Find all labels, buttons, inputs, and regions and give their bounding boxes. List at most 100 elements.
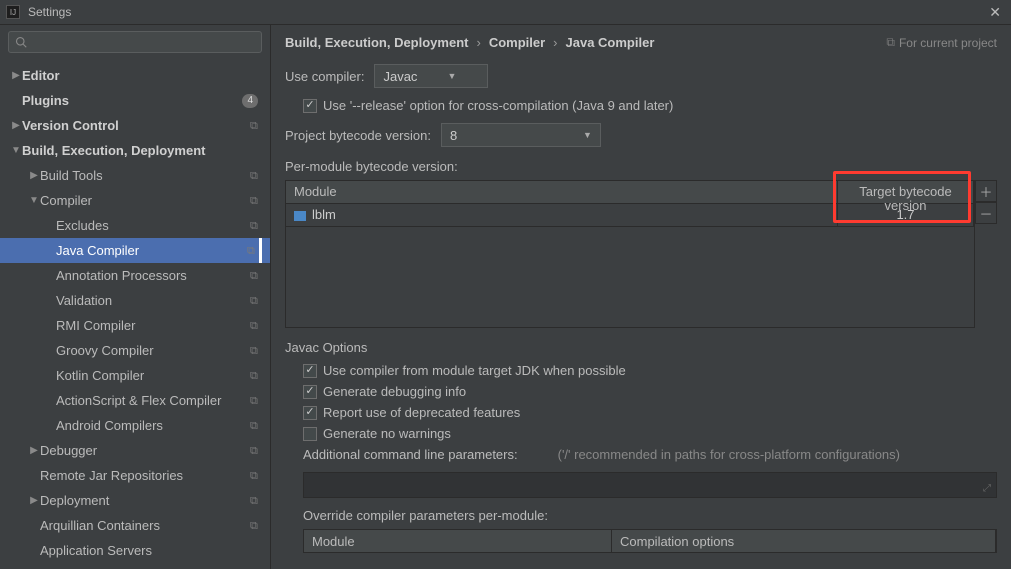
tree-arrow-icon: ▶ bbox=[28, 495, 40, 506]
report-deprecated-checkbox[interactable]: Report use of deprecated features bbox=[303, 405, 997, 420]
tree-item-label: Editor bbox=[22, 68, 262, 83]
javac-options-title: Javac Options bbox=[285, 340, 997, 355]
remove-row-button[interactable]: － bbox=[975, 202, 997, 224]
tree-item-label: Kotlin Compiler bbox=[56, 368, 250, 383]
window-title: Settings bbox=[28, 5, 985, 19]
checkbox-icon bbox=[303, 406, 317, 420]
tree-item[interactable]: Remote Jar Repositories⧉ bbox=[0, 463, 270, 488]
checkbox-icon bbox=[303, 364, 317, 378]
tree-item[interactable]: ▶Deployment⧉ bbox=[0, 488, 270, 513]
use-module-jdk-checkbox[interactable]: Use compiler from module target JDK when… bbox=[303, 363, 997, 378]
generate-no-warnings-checkbox[interactable]: Generate no warnings bbox=[303, 426, 997, 441]
search-input[interactable] bbox=[8, 31, 262, 53]
use-compiler-label: Use compiler: bbox=[285, 69, 364, 84]
for-current-project: ⧉ For current project bbox=[886, 35, 997, 50]
tree-item-label: RMI Compiler bbox=[56, 318, 250, 333]
close-button[interactable]: ✕ bbox=[985, 4, 1005, 21]
breadcrumb-item[interactable]: Compiler bbox=[489, 35, 545, 50]
generate-debug-checkbox[interactable]: Generate debugging info bbox=[303, 384, 997, 399]
tree-item[interactable]: ▼Compiler⧉ bbox=[0, 188, 270, 213]
copy-icon: ⧉ bbox=[250, 320, 262, 332]
cmdline-params-label: Additional command line parameters: bbox=[303, 447, 518, 462]
tree-item-label: Version Control bbox=[22, 118, 250, 133]
copy-icon: ⧉ bbox=[250, 270, 262, 282]
use-compiler-dropdown[interactable]: Javac ▼ bbox=[374, 64, 488, 88]
tree-item[interactable]: ▶Editor bbox=[0, 63, 270, 88]
tree-item-label: Arquillian Containers bbox=[40, 518, 250, 533]
add-row-button[interactable]: ＋ bbox=[975, 180, 997, 202]
tree-arrow-icon: ▶ bbox=[10, 120, 22, 131]
tree-arrow-icon: ▼ bbox=[10, 145, 22, 156]
highlight-box bbox=[833, 171, 971, 223]
copy-icon: ⧉ bbox=[250, 220, 262, 232]
copy-icon: ⧉ bbox=[250, 295, 262, 307]
breadcrumb-item[interactable]: Build, Execution, Deployment bbox=[285, 35, 468, 50]
override-label: Override compiler parameters per-module: bbox=[303, 508, 997, 523]
tree-item[interactable]: ▶Debugger⧉ bbox=[0, 438, 270, 463]
tree-item-label: Validation bbox=[56, 293, 250, 308]
copy-icon: ⧉ bbox=[250, 170, 262, 182]
copy-icon: ⧉ bbox=[250, 445, 262, 457]
tree-item[interactable]: Groovy Compiler⧉ bbox=[0, 338, 270, 363]
copy-icon: ⧉ bbox=[250, 370, 262, 382]
tree-item-label: Debugger bbox=[40, 443, 250, 458]
tree-arrow-icon: ▶ bbox=[28, 170, 40, 181]
tree-item[interactable]: ActionScript & Flex Compiler⧉ bbox=[0, 388, 270, 413]
copy-icon: ⧉ bbox=[247, 245, 259, 257]
tree-item[interactable]: Validation⧉ bbox=[0, 288, 270, 313]
tree-item-label: Groovy Compiler bbox=[56, 343, 250, 358]
tree-item[interactable]: Excludes⧉ bbox=[0, 213, 270, 238]
override-table: Module Compilation options bbox=[303, 529, 997, 553]
project-bytecode-label: Project bytecode version: bbox=[285, 128, 431, 143]
tree-item[interactable]: Annotation Processors⧉ bbox=[0, 263, 270, 288]
copy-icon: ⧉ bbox=[250, 520, 262, 532]
cmdline-params-input[interactable] bbox=[303, 472, 997, 498]
tree-item-label: Build Tools bbox=[40, 168, 250, 183]
tree-item-label: Build, Execution, Deployment bbox=[22, 143, 262, 158]
breadcrumb-sep: › bbox=[476, 35, 480, 50]
tree-item[interactable]: ▶Build Tools⧉ bbox=[0, 163, 270, 188]
badge: 4 bbox=[242, 94, 258, 108]
tree-item[interactable]: Application Servers bbox=[0, 538, 270, 563]
main-panel: Build, Execution, Deployment › Compiler … bbox=[271, 25, 1011, 569]
tree-item-label: Android Compilers bbox=[56, 418, 250, 433]
tree-item[interactable]: Android Compilers⧉ bbox=[0, 413, 270, 438]
tree-item[interactable]: Java Compiler⧉ bbox=[0, 238, 270, 263]
expand-icon[interactable]: ⤢ bbox=[983, 483, 991, 494]
titlebar: IJ Settings ✕ bbox=[0, 0, 1011, 25]
tree-item-label: ActionScript & Flex Compiler bbox=[56, 393, 250, 408]
checkbox-icon bbox=[303, 385, 317, 399]
tree-item[interactable]: RMI Compiler⧉ bbox=[0, 313, 270, 338]
module-cell: lblm bbox=[286, 204, 838, 226]
col-module-header[interactable]: Module bbox=[286, 181, 838, 203]
tree-item-label: Plugins bbox=[22, 93, 242, 108]
project-bytecode-dropdown[interactable]: 8 ▼ bbox=[441, 123, 601, 147]
use-release-option-checkbox[interactable]: Use '--release' option for cross-compila… bbox=[303, 98, 673, 113]
tree-item[interactable]: Plugins4 bbox=[0, 88, 270, 113]
copy-icon: ⧉ bbox=[250, 470, 262, 482]
folder-icon bbox=[294, 211, 306, 221]
tree-arrow-icon: ▼ bbox=[28, 195, 40, 206]
checkbox-icon bbox=[303, 427, 317, 441]
tree-item[interactable]: Arquillian Containers⧉ bbox=[0, 513, 270, 538]
tree-item-label: Remote Jar Repositories bbox=[40, 468, 250, 483]
sidebar: ▶EditorPlugins4▶Version Control⧉▼Build, … bbox=[0, 25, 271, 569]
copy-icon: ⧉ bbox=[886, 35, 895, 50]
tree-arrow-icon: ▶ bbox=[10, 70, 22, 81]
checkbox-icon bbox=[303, 99, 317, 113]
tree-item-label: Annotation Processors bbox=[56, 268, 250, 283]
breadcrumb-sep: › bbox=[553, 35, 557, 50]
copy-icon: ⧉ bbox=[250, 495, 262, 507]
tree-item-label: Compiler bbox=[40, 193, 250, 208]
search-icon bbox=[15, 36, 27, 48]
tree-item-label: Deployment bbox=[40, 493, 250, 508]
tree-item-label: Excludes bbox=[56, 218, 250, 233]
tree-item[interactable]: ▶Version Control⧉ bbox=[0, 113, 270, 138]
tree-item[interactable]: ▼Build, Execution, Deployment bbox=[0, 138, 270, 163]
copy-icon: ⧉ bbox=[250, 195, 262, 207]
tree-item[interactable]: Kotlin Compiler⧉ bbox=[0, 363, 270, 388]
tree-arrow-icon: ▶ bbox=[28, 445, 40, 456]
copy-icon: ⧉ bbox=[250, 395, 262, 407]
col-module-header[interactable]: Module bbox=[304, 530, 612, 552]
col-options-header[interactable]: Compilation options bbox=[612, 530, 996, 552]
